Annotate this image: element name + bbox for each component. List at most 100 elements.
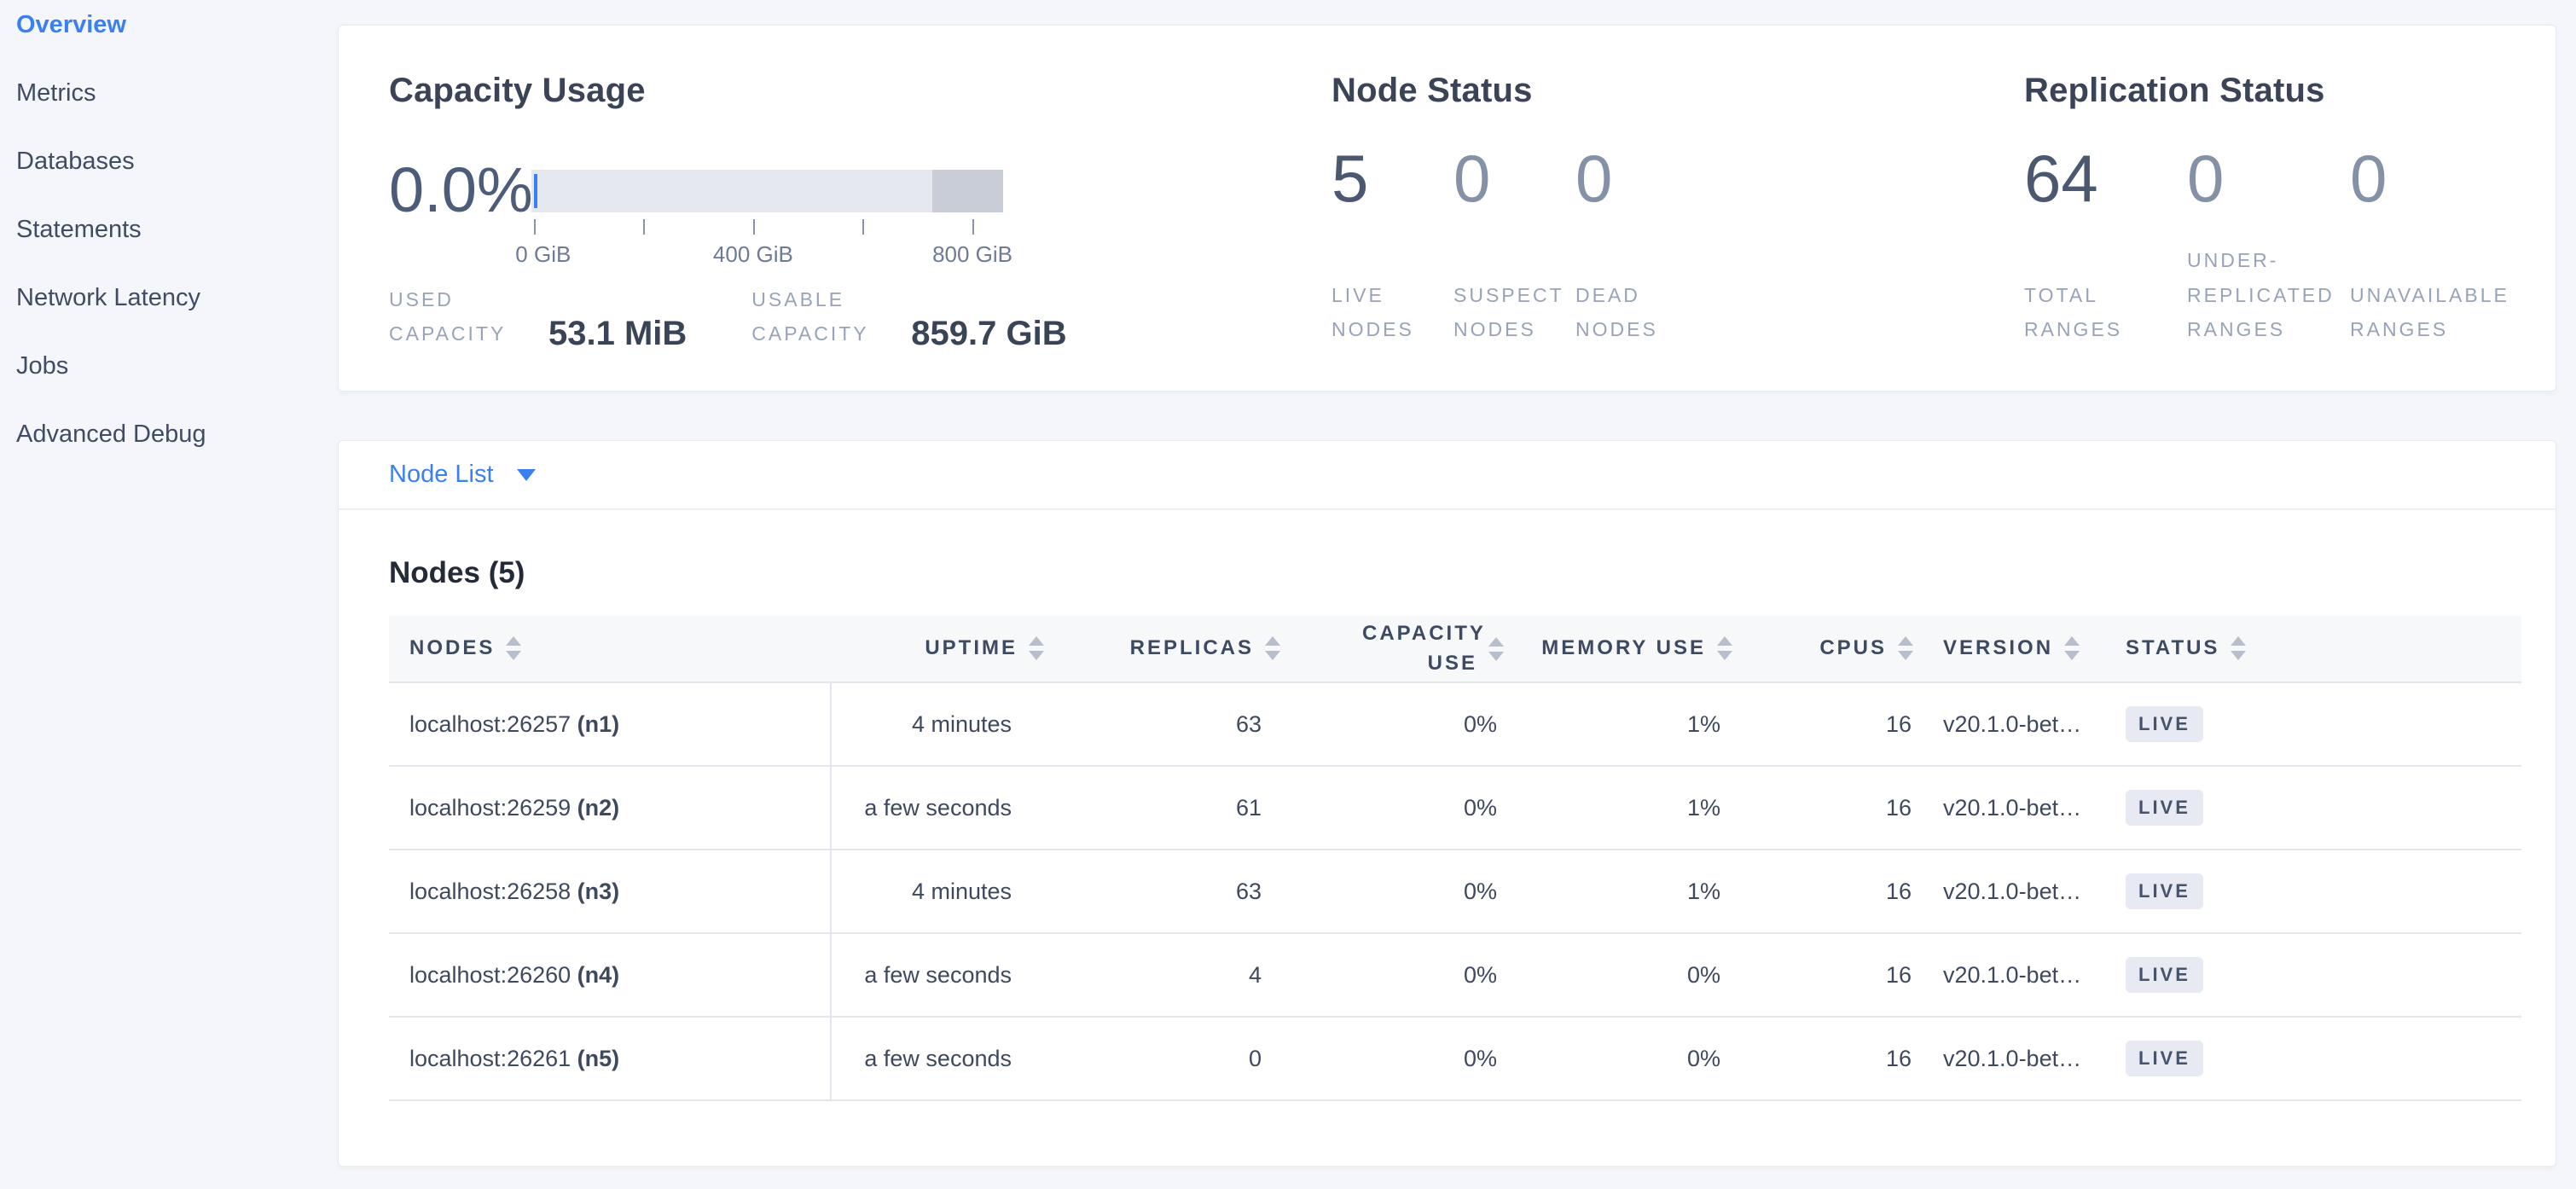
total-ranges-value: 64: [2024, 136, 2187, 221]
node-status-section: Node Status 5 LIVE NODES 0 SUSPECT NODES…: [1332, 26, 2014, 391]
axis-tick: [862, 219, 864, 235]
suspect-nodes-value: 0: [1453, 136, 1575, 221]
column-header-nodes[interactable]: NODES: [389, 616, 831, 682]
sidebar-item-databases[interactable]: Databases: [0, 127, 338, 195]
usable-capacity-label: USABLE CAPACITY: [751, 282, 892, 351]
cpus-cell: 16: [1732, 766, 1913, 850]
column-header-version[interactable]: VERSION: [1913, 616, 2112, 682]
column-label: CPUS: [1819, 634, 1887, 664]
node-status-stats: 5 LIVE NODES 0 SUSPECT NODES 0 DEAD NODE…: [1332, 136, 1697, 346]
memory-use-cell: 1%: [1504, 766, 1732, 850]
capacity-axis: 0 GiB 400 GiB 800 GiB: [531, 212, 1003, 264]
cpus-cell: 16: [1732, 682, 1913, 766]
node-address: localhost:26261: [409, 1046, 571, 1071]
node-address: localhost:26257: [409, 711, 571, 737]
cpus-cell: 16: [1732, 1017, 1913, 1100]
node-address-cell[interactable]: localhost:26261 (n5): [389, 1017, 831, 1100]
node-row-n3[interactable]: localhost:26258 (n3) 4 minutes 63 0% 1% …: [389, 850, 2521, 933]
node-row-n5[interactable]: localhost:26261 (n5) a few seconds 0 0% …: [389, 1017, 2521, 1100]
replicas-cell: 61: [1044, 766, 1280, 850]
sidebar-nav: Overview Metrics Databases Statements Ne…: [0, 0, 338, 468]
memory-use-cell: 1%: [1504, 682, 1732, 766]
under-replicated-ranges-stat: 0 UNDER-REPLICATED RANGES: [2187, 136, 2350, 346]
status-cell: LIVE: [2112, 1017, 2521, 1100]
capacity-usage-title: Capacity Usage: [389, 72, 646, 110]
sidebar-item-metrics[interactable]: Metrics: [0, 59, 338, 127]
cluster-summary-card: Capacity Usage 0.0% 0 GiB 400 GiB 800 Gi…: [338, 25, 2556, 392]
replicas-cell: 63: [1044, 850, 1280, 933]
node-address-cell[interactable]: localhost:26257 (n1): [389, 682, 831, 766]
node-list-card: Node List Nodes (5) NODES: [338, 440, 2556, 1167]
column-header-cpus[interactable]: CPUS: [1732, 616, 1913, 682]
column-header-memory-use[interactable]: MEMORY USE: [1504, 616, 1732, 682]
memory-use-cell: 0%: [1504, 933, 1732, 1017]
replication-status-title: Replication Status: [2024, 72, 2325, 110]
node-row-n2[interactable]: localhost:26259 (n2) a few seconds 61 0%…: [389, 766, 2521, 850]
uptime-cell: 4 minutes: [831, 850, 1044, 933]
capacity-use-cell: 0%: [1280, 933, 1504, 1017]
sidebar-item-advanced-debug[interactable]: Advanced Debug: [0, 400, 338, 468]
sidebar: Overview Metrics Databases Statements Ne…: [0, 0, 338, 1189]
nodes-section: Nodes (5) NODES UPTIME: [339, 556, 2556, 1101]
replicas-cell: 63: [1044, 682, 1280, 766]
sidebar-item-network-latency[interactable]: Network Latency: [0, 264, 338, 332]
capacity-use-cell: 0%: [1280, 766, 1504, 850]
axis-tick: [534, 219, 536, 235]
node-address: localhost:26259: [409, 795, 571, 821]
status-badge: LIVE: [2126, 1041, 2203, 1076]
table-header-row: NODES UPTIME REPLICAS CAPACITY USE: [389, 616, 2521, 682]
sort-icon: [1488, 637, 1504, 661]
axis-tick: [972, 219, 974, 235]
node-address-cell[interactable]: localhost:26258 (n3): [389, 850, 831, 933]
node-address: localhost:26258: [409, 879, 571, 904]
status-cell: LIVE: [2112, 682, 2521, 766]
sidebar-item-overview[interactable]: Overview: [0, 0, 338, 59]
replication-status-section: Replication Status 64 TOTAL RANGES 0 UND…: [2024, 26, 2553, 391]
memory-use-cell: 1%: [1504, 850, 1732, 933]
uptime-cell: a few seconds: [831, 933, 1044, 1017]
sort-icon: [2064, 636, 2080, 660]
node-id: (n4): [577, 962, 620, 988]
sort-icon: [1265, 636, 1280, 660]
node-status-title: Node Status: [1332, 72, 1533, 110]
replicas-cell: 0: [1044, 1017, 1280, 1100]
column-header-replicas[interactable]: REPLICAS: [1044, 616, 1280, 682]
capacity-use-cell: 0%: [1280, 682, 1504, 766]
column-header-uptime[interactable]: UPTIME: [831, 616, 1044, 682]
column-label: UPTIME: [925, 634, 1018, 664]
under-replicated-ranges-value: 0: [2187, 136, 2350, 221]
unavailable-ranges-value: 0: [2350, 136, 2513, 221]
node-address-cell[interactable]: localhost:26259 (n2): [389, 766, 831, 850]
column-header-status[interactable]: STATUS: [2112, 616, 2521, 682]
capacity-use-cell: 0%: [1280, 1017, 1504, 1100]
node-address: localhost:26260: [409, 962, 571, 988]
sidebar-item-jobs[interactable]: Jobs: [0, 332, 338, 400]
unavailable-ranges-stat: 0 UNAVAILABLE RANGES: [2350, 136, 2513, 346]
node-row-n4[interactable]: localhost:26260 (n4) a few seconds 4 0% …: [389, 933, 2521, 1017]
node-row-n1[interactable]: localhost:26257 (n1) 4 minutes 63 0% 1% …: [389, 682, 2521, 766]
uptime-cell: 4 minutes: [831, 682, 1044, 766]
node-id: (n1): [577, 711, 620, 737]
cpus-cell: 16: [1732, 933, 1913, 1017]
status-badge: LIVE: [2126, 706, 2203, 742]
suspect-nodes-stat: 0 SUSPECT NODES: [1453, 136, 1575, 346]
node-list-dropdown[interactable]: Node List: [389, 461, 536, 489]
column-header-capacity-use[interactable]: CAPACITY USE: [1280, 616, 1504, 682]
node-list-dropdown-label: Node List: [389, 461, 494, 489]
suspect-nodes-label: SUSPECT NODES: [1453, 278, 1575, 347]
node-id: (n5): [577, 1046, 620, 1071]
node-address-cell[interactable]: localhost:26260 (n4): [389, 933, 831, 1017]
sidebar-item-statements[interactable]: Statements: [0, 195, 338, 264]
version-cell: v20.1.0-bet…: [1913, 933, 2112, 1017]
axis-tick-label: 0 GiB: [515, 241, 571, 268]
sort-icon: [506, 636, 521, 660]
version-cell: v20.1.0-bet…: [1913, 766, 2112, 850]
status-badge: LIVE: [2126, 873, 2203, 909]
sort-icon: [2231, 636, 2246, 660]
column-label: STATUS: [2126, 634, 2219, 664]
capacity-use-cell: 0%: [1280, 850, 1504, 933]
column-label: REPLICAS: [1130, 634, 1254, 664]
status-badge: LIVE: [2126, 790, 2203, 826]
used-capacity-value: 53.1 MiB: [548, 315, 687, 353]
column-label: VERSION: [1943, 634, 2053, 664]
